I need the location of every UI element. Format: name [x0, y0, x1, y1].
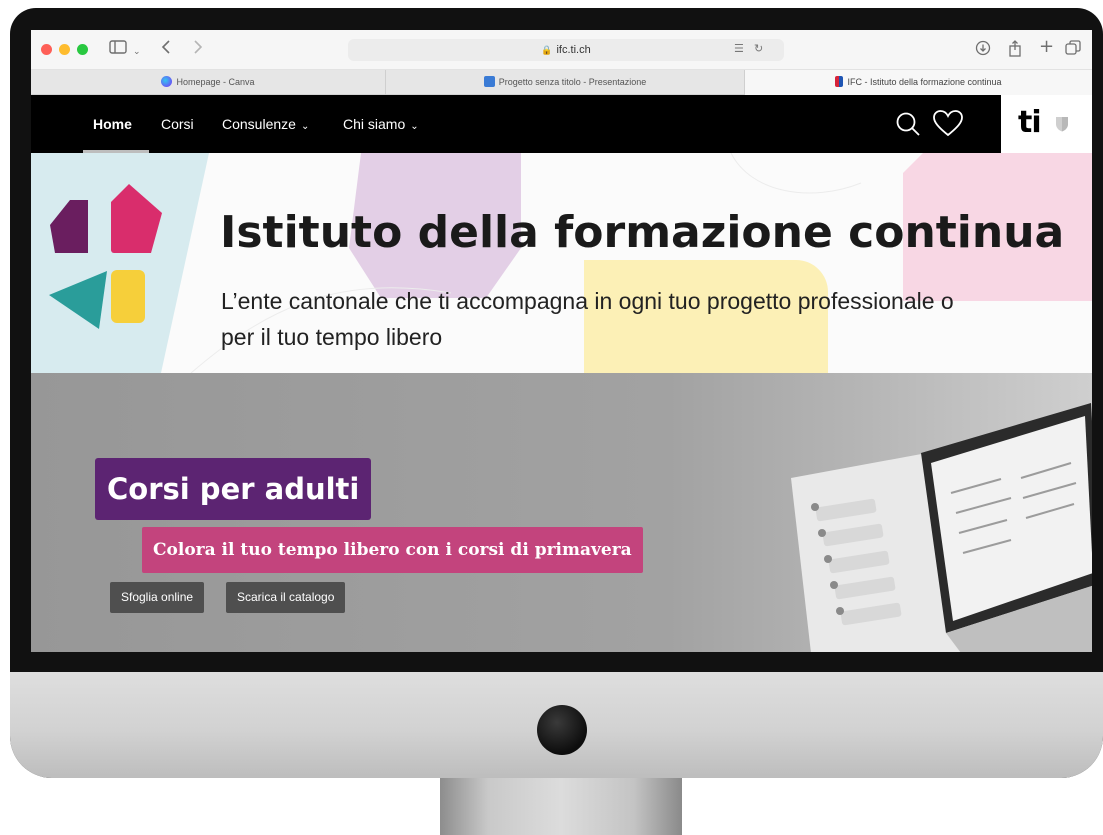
search-icon[interactable] [895, 111, 921, 137]
tab-presentation[interactable]: Progetto senza titolo - Presentazione [385, 70, 745, 95]
nav-chi-siamo-label: Chi siamo [343, 116, 406, 132]
hero-subtitle: L’ente cantonale che ti accompagna in og… [221, 288, 954, 350]
address-bar[interactable]: 🔒 ifc.ti.ch ☰ ↻ [348, 39, 784, 61]
download-catalog-button[interactable]: Scarica il catalogo [226, 582, 346, 613]
promo-banner: Corsi per adulti Colora il tuo tempo lib… [31, 373, 1092, 652]
tab-label: IFC - Istituto della formazione continua [847, 77, 1002, 87]
share-icon[interactable] [1008, 40, 1022, 62]
nav-consulenze[interactable]: Consulenze ⌄ [222, 115, 309, 136]
logo-shape-yellow [111, 270, 145, 323]
screen: ⌄ 🔒 ifc.ti.ch ☰ ↻ + Homepage - Canva Pro… [31, 30, 1092, 652]
banner-heading: Corsi per adulti [95, 458, 372, 520]
hero-section: Istituto della formazione continua L’ent… [31, 153, 1092, 373]
hero-title: Istituto della formazione continua [220, 207, 1065, 258]
close-window-button[interactable] [41, 44, 52, 55]
monitor: ⌄ 🔒 ifc.ti.ch ☰ ↻ + Homepage - Canva Pro… [10, 8, 1103, 778]
logo-text: ti [1018, 105, 1042, 140]
tab-label: Progetto senza titolo - Presentazione [498, 77, 647, 87]
laptop-catalog-illustration [791, 403, 1092, 652]
ticino-shield-icon [835, 76, 844, 87]
lock-icon: 🔒 [541, 45, 553, 55]
monitor-chin [10, 672, 1103, 778]
tab-ifc[interactable]: IFC - Istituto della formazione continua [745, 70, 1092, 95]
nav-consulenze-label: Consulenze [222, 116, 296, 132]
translate-icon[interactable]: ☰ [734, 42, 744, 55]
heart-icon[interactable] [932, 109, 964, 137]
monitor-logo [537, 705, 587, 755]
tab-bar: Homepage - Canva Progetto senza titolo -… [31, 70, 1092, 95]
tab-label: Homepage - Canva [176, 77, 255, 87]
presentation-icon [483, 76, 495, 87]
imac-mockup: ⌄ 🔒 ifc.ti.ch ☰ ↻ + Homepage - Canva Pro… [0, 0, 1103, 835]
browser-toolbar: ⌄ 🔒 ifc.ti.ch ☰ ↻ + [31, 30, 1092, 70]
forward-icon[interactable] [193, 40, 203, 59]
browse-online-button[interactable]: Sfoglia online [110, 582, 205, 613]
canton-ticino-logo[interactable]: ti [1001, 95, 1092, 153]
nav-chi-siamo[interactable]: Chi siamo ⌄ [343, 115, 419, 136]
new-tab-icon[interactable]: + [1039, 38, 1054, 56]
banner-tagline: Colora il tuo tempo libero con i corsi d… [142, 527, 643, 573]
monitor-stand [440, 776, 682, 835]
shield-icon [1056, 117, 1068, 132]
chevron-down-icon[interactable]: ⌄ [133, 43, 141, 61]
nav-corsi[interactable]: Corsi [161, 115, 194, 133]
canva-icon [161, 76, 173, 87]
minimize-window-button[interactable] [59, 44, 70, 55]
back-icon[interactable] [161, 40, 171, 59]
address-text: ifc.ti.ch [556, 44, 591, 56]
tabs-overview-icon[interactable] [1065, 40, 1081, 61]
chevron-down-icon: ⌄ [410, 121, 419, 132]
site-navigation: Home Corsi Consulenze ⌄ Chi siamo ⌄ ti [31, 95, 1092, 153]
download-icon[interactable] [975, 40, 991, 61]
nav-home[interactable]: Home [93, 115, 132, 133]
reload-icon[interactable]: ↻ [754, 42, 763, 55]
sidebar-icon[interactable] [109, 40, 127, 59]
tab-canva[interactable]: Homepage - Canva [31, 70, 385, 95]
zoom-window-button[interactable] [77, 44, 88, 55]
chevron-down-icon: ⌄ [300, 121, 310, 132]
